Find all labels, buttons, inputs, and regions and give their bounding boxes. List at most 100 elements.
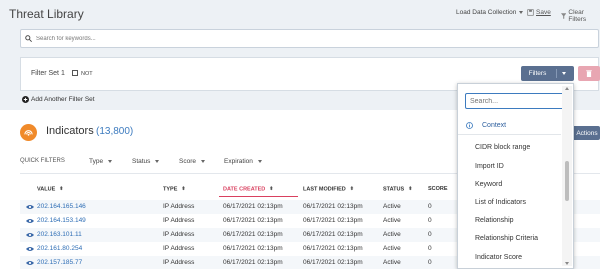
indicator-value-link[interactable]: 202.161.80.254 <box>37 245 82 252</box>
quick-filter-type-label: Type <box>89 158 104 165</box>
indicator-value-link[interactable]: 202.164.153.149 <box>37 217 86 224</box>
indicator-value-link[interactable]: 202.163.101.11 <box>37 231 82 238</box>
info-icon <box>466 122 473 129</box>
load-data-collection-menu[interactable]: Load Data Collection <box>456 9 524 16</box>
search-icon <box>25 35 32 42</box>
filters-dropdown-menu: Context CIDR block range Import ID Keywo… <box>457 83 574 269</box>
eye-icon[interactable] <box>26 204 34 210</box>
type-cell: IP Address <box>163 203 195 210</box>
score-cell: 0 <box>428 231 432 238</box>
dropdown-item-relationship-criteria[interactable]: Relationship Criteria <box>475 235 538 242</box>
actions-label: Actions <box>576 129 598 137</box>
dropdown-item-import-id[interactable]: Import ID <box>475 163 504 170</box>
eye-icon[interactable] <box>26 260 34 266</box>
divider <box>458 134 561 135</box>
quick-filter-expiration-label: Expiration <box>224 158 253 165</box>
quick-filters-label: QUICK FILTERS <box>20 158 65 164</box>
indicator-value-link[interactable]: 202.164.165.146 <box>37 203 86 210</box>
save-label: Save <box>536 9 551 16</box>
column-header-score[interactable]: SCORE <box>428 186 448 192</box>
status-cell: Active <box>383 203 401 210</box>
clear-filters-button[interactable]: Clear Filters <box>561 9 600 23</box>
dropdown-item-indicator-score[interactable]: Indicator Score <box>475 254 522 261</box>
plus-circle-icon <box>22 96 29 103</box>
search-input[interactable] <box>36 35 576 42</box>
indicators-count: (13,800) <box>96 126 134 137</box>
column-header-score-label: SCORE <box>428 186 448 192</box>
last-modified-cell: 06/17/2021 02:13pm <box>303 203 363 210</box>
date-created-cell: 06/17/2021 02:13pm <box>223 231 283 238</box>
dropdown-item-cidr-block-range[interactable]: CIDR block range <box>475 144 530 151</box>
eye-icon[interactable] <box>26 218 34 224</box>
save-button[interactable]: Save <box>527 9 551 16</box>
dropdown-item-keyword[interactable]: Keyword <box>475 181 502 188</box>
status-cell: Active <box>383 245 401 252</box>
quick-filter-score-label: Score <box>179 158 196 165</box>
last-modified-cell: 06/17/2021 02:13pm <box>303 245 363 252</box>
quick-filter-score[interactable]: Score <box>179 158 205 165</box>
column-header-date-created[interactable]: DATE CREATED ⬍ <box>223 186 273 192</box>
chevron-down-icon <box>155 159 160 163</box>
dropdown-scrollbar-thumb[interactable] <box>565 161 569 201</box>
filters-button-label: Filters <box>528 70 547 77</box>
type-cell: IP Address <box>163 217 195 224</box>
dropdown-search-input[interactable] <box>470 97 560 105</box>
column-header-status-label: STATUS <box>383 186 405 193</box>
scroll-up-arrow-icon[interactable] <box>565 87 569 90</box>
date-created-cell: 06/17/2021 02:13pm <box>223 259 283 266</box>
keyword-search-box[interactable] <box>20 29 599 48</box>
chevron-down-icon <box>519 11 524 14</box>
column-header-status[interactable]: STATUS ⬍ <box>383 186 412 192</box>
quick-filter-expiration[interactable]: Expiration <box>224 158 262 165</box>
filter-set-name: Filter Set 1 <box>31 70 65 77</box>
save-icon <box>527 9 534 16</box>
trash-icon <box>586 70 592 77</box>
context-section-header: Context <box>466 122 506 129</box>
last-modified-cell: 06/17/2021 02:13pm <box>303 259 363 266</box>
date-created-cell: 06/17/2021 02:13pm <box>223 245 283 252</box>
chevron-down-icon <box>562 72 567 75</box>
quick-filter-status-label: Status <box>132 158 151 165</box>
not-label: NOT <box>81 71 93 77</box>
sort-icon: ⬍ <box>59 186 64 192</box>
filters-dropdown-divider <box>556 69 558 78</box>
chevron-down-icon <box>108 159 113 163</box>
type-cell: IP Address <box>163 259 195 266</box>
score-cell: 0 <box>428 203 432 210</box>
scroll-down-arrow-icon[interactable] <box>565 262 569 265</box>
add-filter-set-link[interactable]: Add Another Filter Set <box>22 96 95 103</box>
filters-button[interactable]: Filters <box>521 66 574 81</box>
sort-icon: ⬍ <box>408 186 413 192</box>
delete-filter-set-button[interactable] <box>578 66 600 81</box>
status-cell: Active <box>383 231 401 238</box>
status-cell: Active <box>383 259 401 266</box>
quick-filter-type[interactable]: Type <box>89 158 113 165</box>
column-header-value[interactable]: VALUE ⬍ <box>37 186 63 192</box>
dropdown-item-relationship[interactable]: Relationship <box>475 217 514 224</box>
column-header-type-label: TYPE <box>163 186 178 193</box>
eye-icon[interactable] <box>26 232 34 238</box>
indicators-title: Indicators <box>46 125 94 137</box>
not-checkbox[interactable] <box>72 70 78 76</box>
dropdown-search-box[interactable] <box>465 93 566 109</box>
sort-icon: ⬍ <box>269 186 274 192</box>
score-cell: 0 <box>428 259 432 266</box>
clear-filters-label: Clear Filters <box>568 9 587 23</box>
quick-filter-status[interactable]: Status <box>132 158 160 165</box>
column-header-type[interactable]: TYPE ⬍ <box>163 186 186 192</box>
dropdown-scrollbar-track[interactable] <box>562 86 572 266</box>
sort-icon: ⬍ <box>349 186 354 192</box>
score-cell: 0 <box>428 217 432 224</box>
dropdown-item-list-of-indicators[interactable]: List of Indicators <box>475 199 526 206</box>
actions-button[interactable]: Actions <box>572 126 600 140</box>
column-header-last-modified[interactable]: LAST MODIFIED ⬍ <box>303 186 354 192</box>
eye-icon[interactable] <box>26 246 34 252</box>
chevron-down-icon <box>200 159 205 163</box>
indicator-value-link[interactable]: 202.157.185.77 <box>37 259 82 266</box>
add-filter-set-label: Add Another Filter Set <box>31 96 95 103</box>
last-modified-cell: 06/17/2021 02:13pm <box>303 217 363 224</box>
column-header-date-created-label: DATE CREATED <box>223 186 266 193</box>
load-data-collection-label: Load Data Collection <box>456 9 517 16</box>
indicator-icon <box>20 124 37 141</box>
active-sort-underline <box>219 196 298 197</box>
